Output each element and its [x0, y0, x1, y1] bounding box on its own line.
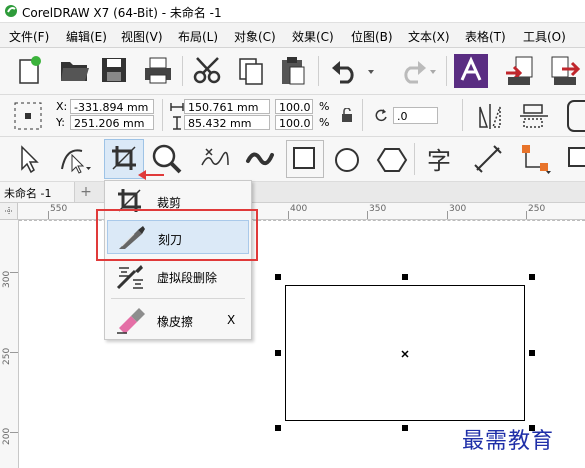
ruler-origin-icon: [5, 207, 13, 215]
ruler-origin[interactable]: [0, 203, 18, 220]
shadow-tool-icon[interactable]: [566, 145, 585, 175]
title-bar: CorelDRAW X7 (64-Bit) - 未命名 -1: [0, 0, 585, 23]
flyout-item-shortcut: X: [227, 313, 236, 327]
selection-handle[interactable]: [275, 350, 281, 356]
connect-app-icon[interactable]: [454, 54, 488, 88]
copy-icon[interactable]: [236, 55, 266, 87]
watermark-text: 最需教育: [462, 429, 555, 454]
menu-layout[interactable]: 布局(L): [178, 28, 218, 45]
selection-handle[interactable]: [529, 350, 535, 356]
cut-icon[interactable]: [192, 55, 224, 85]
lock-ratio-icon[interactable]: [341, 108, 353, 122]
ruler-label: 300: [2, 270, 12, 288]
height-field[interactable]: 85.432 mm: [184, 115, 270, 130]
scale-width-field[interactable]: 100.0: [275, 99, 313, 114]
toolbox: 字: [0, 137, 585, 182]
x-position-field[interactable]: -331.894 mm: [70, 99, 154, 114]
flyout-item-label: 虚拟段删除: [157, 271, 218, 285]
print-icon[interactable]: [142, 55, 174, 85]
undo-icon[interactable]: [330, 58, 376, 84]
polygon-tool-icon[interactable]: [376, 145, 408, 175]
y-label: Y:: [56, 116, 65, 129]
document-tab-bar: 未命名 -1 +: [0, 182, 585, 203]
menu-view[interactable]: 视图(V): [121, 28, 163, 45]
ellipse-tool-icon[interactable]: [332, 145, 362, 175]
ruler-label: 300: [449, 204, 467, 214]
selection-handle[interactable]: [529, 274, 535, 280]
width-icon: [170, 103, 184, 111]
rotation-field[interactable]: .0: [393, 107, 438, 124]
selection-handle[interactable]: [275, 274, 281, 280]
y-position-field[interactable]: 251.206 mm: [70, 115, 154, 130]
text-tool-icon[interactable]: 字: [424, 143, 456, 175]
window-title: CorelDRAW X7 (64-Bit) - 未命名 -1: [22, 6, 222, 20]
virtual-segment-delete-icon: [116, 265, 143, 290]
connector-tool-icon[interactable]: [518, 141, 552, 177]
rotate-icon: [375, 109, 387, 122]
add-document-button[interactable]: +: [78, 184, 94, 200]
mirror-horizontal-icon[interactable]: [474, 101, 506, 131]
new-document-icon[interactable]: [14, 54, 44, 86]
property-bar: X: -331.894 mm Y: 251.206 mm 150.761 mm …: [0, 95, 585, 137]
ruler-label: 250: [528, 204, 546, 214]
rectangle-tool-button[interactable]: [286, 140, 324, 178]
highlight-box: [96, 209, 258, 261]
ruler-label: 550: [50, 204, 68, 214]
height-icon: [173, 116, 181, 130]
center-marker-icon: [401, 350, 409, 358]
menu-tools[interactable]: 工具(O): [523, 28, 566, 45]
ruler-label: 400: [290, 204, 308, 214]
freehand-tool-icon[interactable]: [198, 143, 230, 175]
flyout-item-virtual-segment-delete[interactable]: 虚拟段删除: [107, 259, 249, 293]
menu-table[interactable]: 表格(T): [465, 28, 506, 45]
coreldraw-logo-icon: [5, 5, 17, 17]
shape-tool-icon[interactable]: [56, 143, 92, 175]
ruler-label: 200: [2, 427, 12, 445]
rectangle-tool-icon: [293, 147, 315, 169]
standard-toolbar: [0, 48, 585, 95]
eraser-icon: [117, 308, 145, 334]
ruler-label: 350: [369, 204, 387, 214]
menu-text[interactable]: 文本(X): [408, 28, 450, 45]
import-icon[interactable]: [504, 55, 536, 87]
menu-bar: 文件(F) 编辑(E) 视图(V) 布局(L) 对象(C) 效果(C) 位图(B…: [0, 23, 585, 48]
redo-icon[interactable]: [392, 58, 438, 84]
crop-icon: [112, 146, 136, 170]
dimension-tool-icon[interactable]: [472, 143, 504, 175]
document-tab-label: 未命名 -1: [4, 187, 52, 200]
menu-bitmap[interactable]: 位图(B): [351, 28, 393, 45]
outline-width-icon[interactable]: [566, 99, 585, 133]
percent-label: %: [319, 100, 330, 113]
save-icon[interactable]: [100, 56, 128, 84]
flyout-divider: [111, 298, 245, 299]
selection-handle[interactable]: [402, 425, 408, 431]
menu-effects[interactable]: 效果(C): [292, 28, 334, 45]
paste-icon[interactable]: [278, 54, 308, 86]
ruler-label: 250: [2, 347, 12, 365]
flyout-item-eraser[interactable]: 橡皮擦 X: [107, 303, 249, 337]
selection-handle[interactable]: [275, 425, 281, 431]
document-tab[interactable]: 未命名 -1: [0, 182, 75, 202]
open-folder-icon[interactable]: [58, 56, 90, 84]
pick-tool-icon[interactable]: [14, 143, 44, 175]
export-icon[interactable]: [548, 55, 582, 87]
svg-text:字: 字: [427, 147, 451, 175]
menu-object[interactable]: 对象(C): [234, 28, 276, 45]
flyout-item-label: 橡皮擦: [157, 315, 194, 329]
artistic-media-icon[interactable]: [244, 143, 276, 175]
object-origin-icon[interactable]: [12, 100, 44, 132]
menu-file[interactable]: 文件(F): [9, 28, 49, 45]
percent-label: %: [319, 116, 330, 129]
vertical-ruler[interactable]: 300 250 200: [0, 220, 19, 468]
mirror-vertical-icon[interactable]: [518, 101, 550, 131]
selection-handle[interactable]: [402, 274, 408, 280]
scale-height-field[interactable]: 100.0: [275, 115, 313, 130]
menu-edit[interactable]: 编辑(E): [66, 28, 107, 45]
width-field[interactable]: 150.761 mm: [184, 99, 270, 114]
x-label: X:: [56, 100, 68, 113]
